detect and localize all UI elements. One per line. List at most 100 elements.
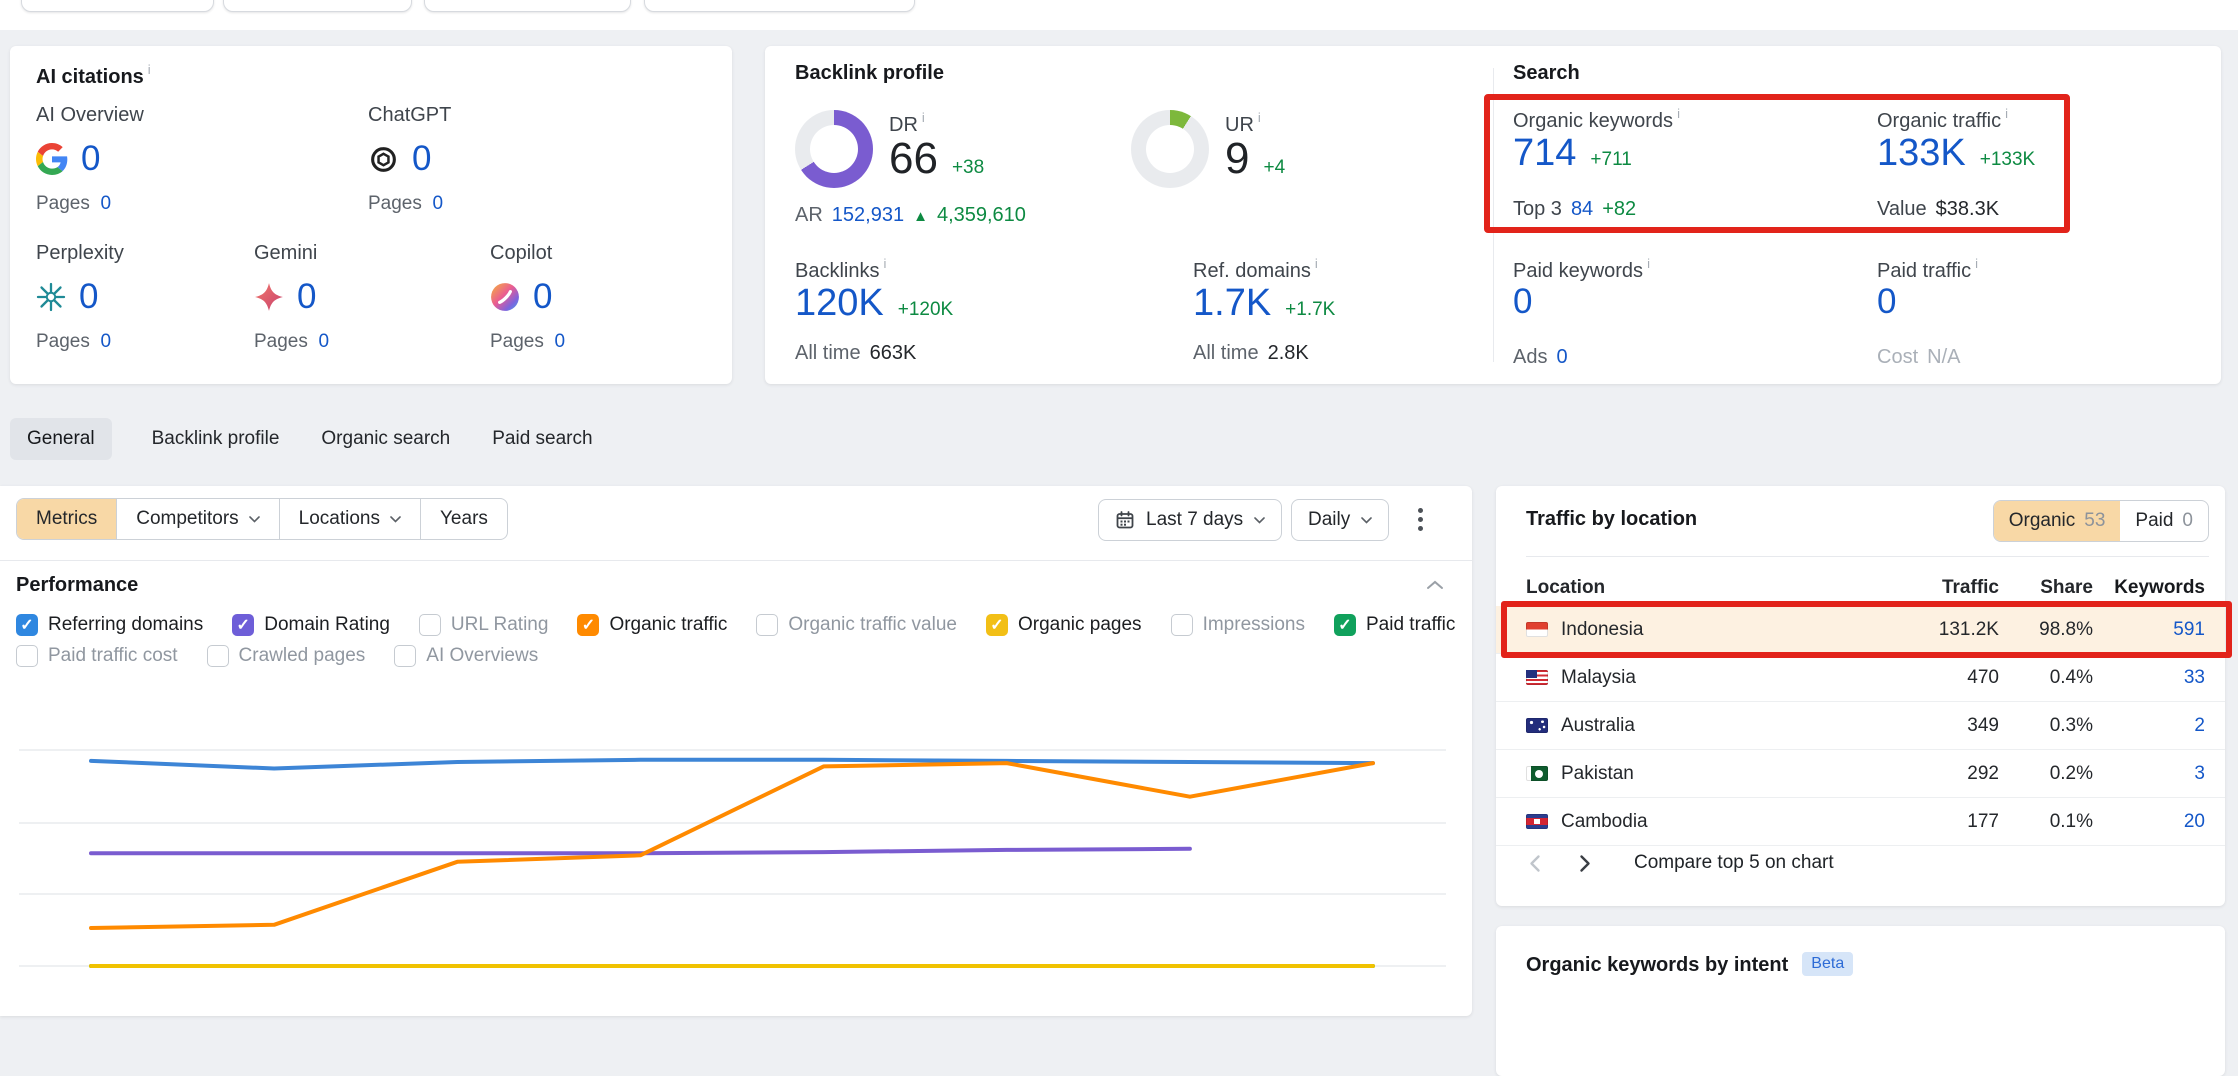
chevron-right-icon[interactable]	[1579, 854, 1592, 873]
keywords-link[interactable]: 2	[2093, 715, 2205, 737]
dr-value: 66 +38	[889, 134, 984, 184]
table-row-cambodia[interactable]: Cambodia 177 0.1% 20	[1496, 798, 2225, 846]
table-row-australia[interactable]: Australia 349 0.3% 2	[1496, 702, 2225, 750]
years-button[interactable]: Years	[420, 499, 507, 539]
filter-url-rating[interactable]: URL Rating	[419, 614, 549, 636]
filter-impressions[interactable]: Impressions	[1171, 614, 1305, 636]
locations-button[interactable]: Locations	[279, 499, 420, 539]
pages-count-link[interactable]: 0	[100, 193, 111, 214]
chart-line-organic-traffic	[91, 763, 1373, 928]
metrics-button[interactable]: Metrics	[17, 499, 116, 539]
checkbox-icon	[419, 614, 441, 636]
keywords-link[interactable]: 3	[2093, 763, 2205, 785]
filter-ai-overviews[interactable]: AI Overviews	[394, 645, 538, 667]
ref-domains-value: 1.7K +1.7K	[1193, 282, 1335, 325]
traffic-by-location-title: Traffic by location	[1526, 508, 1697, 531]
more-options-button[interactable]	[1412, 502, 1429, 537]
ar-value-link[interactable]: 152,931	[832, 204, 904, 227]
ai-citations-title: AI citations	[36, 62, 151, 89]
checkbox-icon	[16, 614, 38, 636]
date-range-button[interactable]: Last 7 days	[1098, 499, 1282, 541]
chart-line-referring-domains	[91, 760, 1373, 769]
granularity-button[interactable]: Daily	[1291, 499, 1389, 541]
backlink-profile-title: Backlink profile	[795, 62, 944, 85]
filter-organic-traffic[interactable]: Organic traffic	[577, 614, 727, 636]
seo-dashboard: { "ai_citations": { "title": "AI citatio…	[0, 0, 2238, 1002]
organic-traffic-count-link[interactable]: 133K	[1877, 132, 1966, 175]
gemini-count[interactable]: 0	[297, 277, 316, 317]
checkbox-icon	[1334, 614, 1356, 636]
search-title: Search	[1513, 62, 1580, 85]
collapse-chevron-icon[interactable]	[1426, 580, 1444, 590]
chevron-left-icon[interactable]	[1528, 854, 1541, 873]
keywords-link[interactable]: 591	[2093, 619, 2205, 641]
competitors-button[interactable]: Competitors	[116, 499, 278, 539]
toggle-organic[interactable]: Organic 53	[1994, 501, 2121, 541]
table-row-indonesia[interactable]: Indonesia 131.2K 98.8% 591	[1496, 606, 2225, 654]
chevron-down-icon	[249, 516, 260, 523]
ur-label: UR	[1225, 110, 1261, 137]
tab-paid-search[interactable]: Paid search	[490, 418, 594, 460]
top-input-stub-4[interactable]	[644, 0, 915, 12]
traffic-by-location-card: Traffic by location Organic 53 Paid 0 Lo…	[1496, 486, 2225, 906]
pages-count-link[interactable]: 0	[100, 331, 111, 352]
info-icon	[1677, 106, 1680, 121]
pakistan-flag	[1526, 766, 1548, 781]
info-icon	[1315, 256, 1318, 271]
filter-referring-domains[interactable]: Referring domains	[16, 614, 203, 636]
chevron-down-icon	[390, 516, 401, 523]
table-row-pakistan[interactable]: Pakistan 292 0.2% 3	[1496, 750, 2225, 798]
backlinks-count-link[interactable]: 120K	[795, 282, 884, 325]
info-icon	[148, 62, 151, 77]
toggle-paid[interactable]: Paid 0	[2120, 501, 2208, 541]
tab-general[interactable]: General	[10, 418, 112, 460]
ai-item-gemini: Gemini 0 Pages 0	[254, 242, 329, 353]
keywords-link[interactable]: 20	[2093, 811, 2205, 833]
dr-delta: +38	[952, 157, 984, 179]
filter-organic-pages[interactable]: Organic pages	[986, 614, 1142, 636]
ref-domains-count-link[interactable]: 1.7K	[1193, 282, 1271, 325]
toolbar-divider	[0, 560, 1472, 561]
location-table: Location Traffic Share Keywords Indonesi…	[1496, 570, 2225, 846]
ar-delta: 4,359,610	[937, 204, 1026, 227]
organic-keywords-count-link[interactable]: 714	[1513, 132, 1576, 175]
keywords-by-intent-title: Organic keywords by intent	[1526, 954, 1788, 976]
info-icon	[922, 110, 925, 125]
pages-count-link[interactable]: 0	[554, 331, 565, 352]
filter-crawled-pages[interactable]: Crawled pages	[207, 645, 366, 667]
keywords-link[interactable]: 33	[2093, 667, 2205, 689]
perplexity-count[interactable]: 0	[79, 277, 98, 317]
report-tabs: General Backlink profile Organic search …	[10, 418, 595, 460]
paid-keywords-value: 0	[1513, 282, 1532, 322]
info-icon	[883, 256, 886, 271]
ai-overview-count[interactable]: 0	[81, 139, 100, 179]
filter-organic-traffic-value[interactable]: Organic traffic value	[756, 614, 957, 636]
up-arrow-icon	[913, 208, 928, 225]
copilot-icon	[490, 282, 520, 312]
organic-keywords-value: 714 +711	[1513, 132, 1632, 175]
backlinks-label: Backlinks	[795, 256, 886, 283]
top3-count-link[interactable]: 84	[1571, 198, 1593, 221]
perplexity-icon	[36, 282, 66, 312]
filter-domain-rating[interactable]: Domain Rating	[232, 614, 390, 636]
ur-delta: +4	[1263, 157, 1285, 179]
organic-paid-toggle: Organic 53 Paid 0	[1993, 500, 2209, 542]
organic-traffic-value: 133K +133K	[1877, 132, 2035, 175]
paid-traffic-count-link[interactable]: 0	[1877, 282, 1896, 322]
copilot-count[interactable]: 0	[533, 277, 552, 317]
table-row-malaysia[interactable]: Malaysia 470 0.4% 33	[1496, 654, 2225, 702]
pages-count-link[interactable]: 0	[432, 193, 443, 214]
top-input-stub-2[interactable]	[223, 0, 412, 12]
info-icon	[2005, 106, 2008, 121]
paid-traffic-value: 0	[1877, 282, 1896, 322]
chatgpt-count[interactable]: 0	[412, 139, 431, 179]
top-input-stub-1[interactable]	[21, 0, 214, 12]
tab-organic-search[interactable]: Organic search	[319, 418, 452, 460]
pages-count-link[interactable]: 0	[318, 331, 329, 352]
filter-paid-traffic-cost[interactable]: Paid traffic cost	[16, 645, 178, 667]
top-input-stub-3[interactable]	[424, 0, 631, 12]
tab-backlink-profile[interactable]: Backlink profile	[150, 418, 282, 460]
paid-keywords-count-link[interactable]: 0	[1513, 282, 1532, 322]
filter-paid-traffic[interactable]: Paid traffic	[1334, 614, 1455, 636]
ads-count-link[interactable]: 0	[1556, 346, 1567, 369]
